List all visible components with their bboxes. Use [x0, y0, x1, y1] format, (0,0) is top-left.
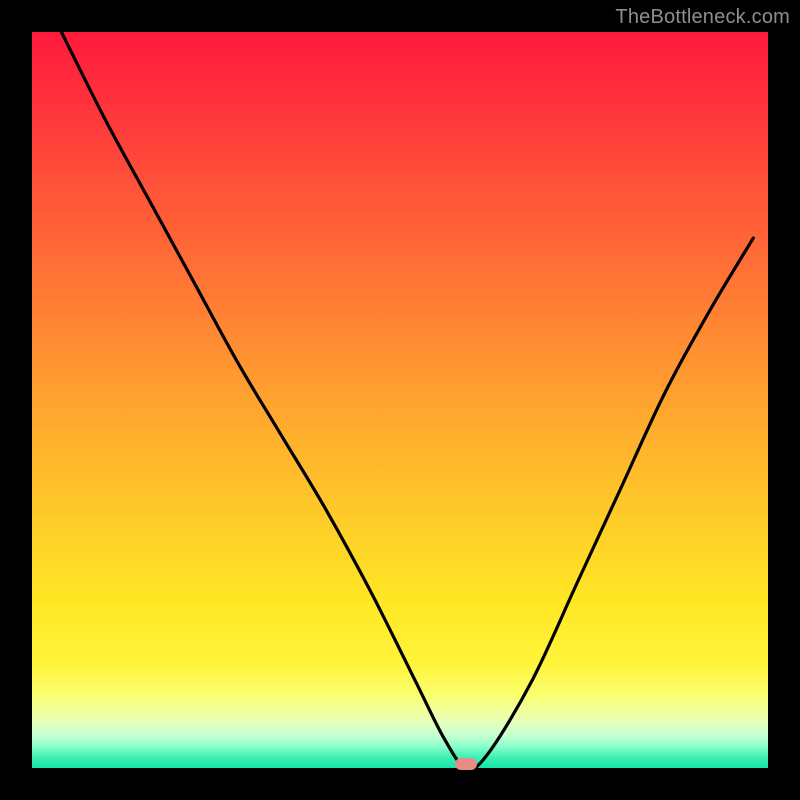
chart-frame: TheBottleneck.com — [0, 0, 800, 800]
sweet-spot-marker — [455, 758, 477, 770]
bottleneck-curve — [32, 32, 768, 768]
watermark-text: TheBottleneck.com — [615, 6, 790, 29]
plot-area — [32, 32, 768, 768]
